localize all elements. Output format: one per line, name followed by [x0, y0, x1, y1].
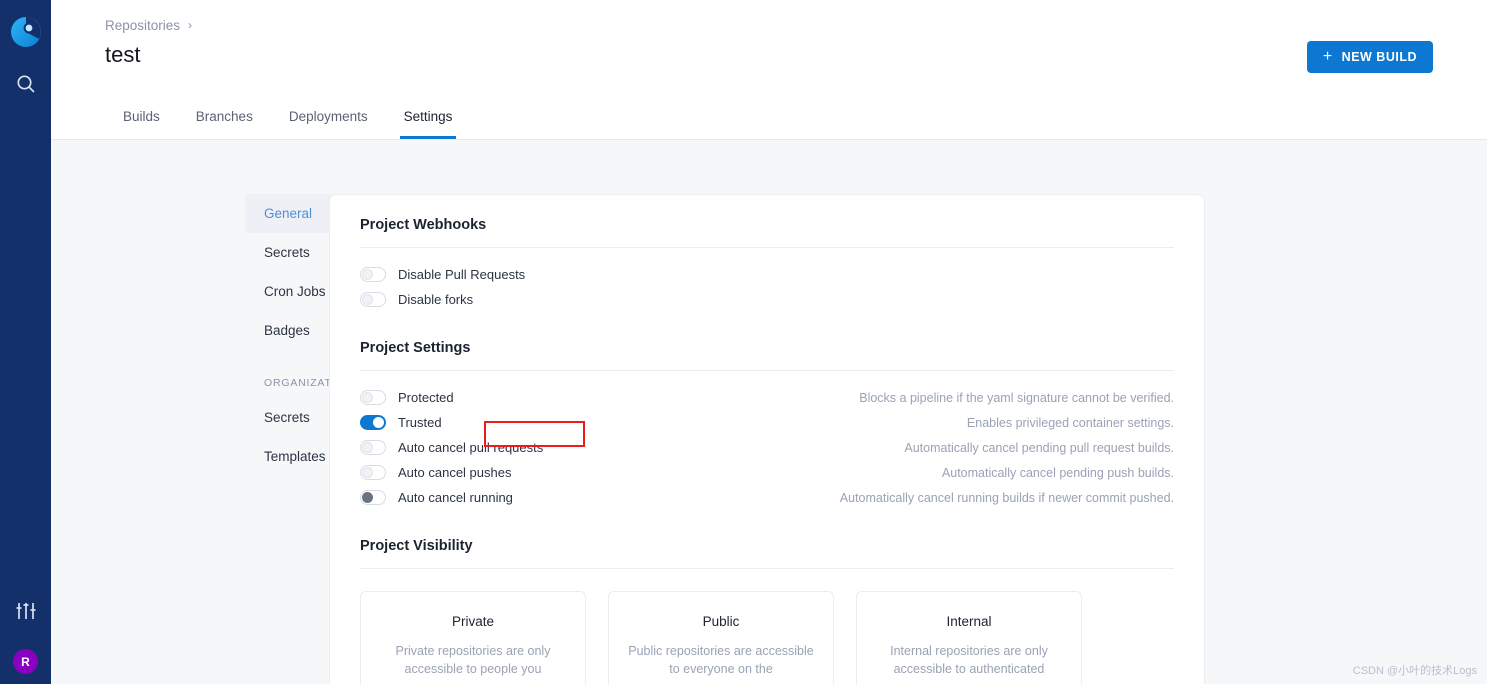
toggle-knob: [362, 269, 373, 280]
visibility-card-public[interactable]: Public Public repositories are accessibl…: [608, 591, 834, 684]
toggle-protected[interactable]: [360, 390, 386, 405]
tab-branches[interactable]: Branches: [178, 93, 271, 139]
toggle-knob: [362, 442, 373, 453]
toggle-disable-forks[interactable]: [360, 292, 386, 307]
visibility-card-private[interactable]: Private Private repositories are only ac…: [360, 591, 586, 684]
avatar[interactable]: R: [13, 649, 38, 674]
setting-label: Disable Pull Requests: [398, 267, 526, 282]
section-title-webhooks: Project Webhooks: [360, 217, 487, 233]
setting-row-disable-forks: Disable forks: [360, 287, 1174, 312]
section-title-project-settings: Project Settings: [360, 340, 471, 356]
page-header: Repositories › test + NEW BUILD: [51, 0, 1487, 93]
visibility-card-description: Private repositories are only accessible…: [395, 644, 551, 677]
toggle-trusted[interactable]: [360, 415, 386, 430]
visibility-card-title: Private: [451, 614, 495, 629]
settings-card: Project Webhooks Disable Pull Requests D…: [329, 194, 1205, 684]
tab-deployments[interactable]: Deployments: [271, 93, 386, 139]
setting-description: Automatically cancel pending push builds…: [941, 465, 1174, 480]
visibility-card-description: Public repositories are accessible to ev…: [628, 644, 814, 677]
watermark: CSDN @小叶的技术Logs: [1352, 665, 1477, 677]
settings-content: Project Webhooks Disable Pull Requests D…: [287, 194, 1487, 684]
chevron-right-icon: ›: [188, 18, 193, 32]
toggle-knob: [362, 492, 373, 503]
page-title: test: [105, 42, 141, 67]
setting-row-protected: Protected Blocks a pipeline if the yaml …: [360, 385, 1174, 410]
tab-bar: Builds Branches Deployments Settings: [51, 93, 1487, 140]
webhooks-rows: Disable Pull Requests Disable forks: [360, 248, 1174, 312]
breadcrumb-repositories[interactable]: Repositories: [105, 18, 180, 33]
search-icon[interactable]: [14, 72, 38, 96]
visibility-card-internal[interactable]: Internal Internal repositories are only …: [856, 591, 1082, 684]
tab-label: Branches: [195, 108, 253, 124]
avatar-initial: R: [21, 654, 30, 669]
toggle-auto-cancel-pull-requests[interactable]: [360, 440, 386, 455]
section-title-visibility: Project Visibility: [360, 538, 473, 554]
setting-row-auto-cancel-pushes: Auto cancel pushes Automatically cancel …: [360, 460, 1174, 485]
toggle-disable-pull-requests[interactable]: [360, 267, 386, 282]
toggle-knob: [362, 467, 373, 478]
nav-section-organization: ORGANIZATION: [264, 377, 353, 389]
project-settings-rows: Protected Blocks a pipeline if the yaml …: [360, 371, 1174, 510]
new-build-button[interactable]: + NEW BUILD: [1306, 41, 1433, 73]
toggle-knob: [362, 294, 373, 305]
tab-label: Settings: [403, 108, 453, 124]
visibility-card-description: Internal repositories are only accessibl…: [890, 644, 1048, 677]
setting-label: Auto cancel pull requests: [398, 440, 544, 455]
tab-builds[interactable]: Builds: [105, 93, 178, 139]
toggle-knob: [373, 417, 384, 428]
main-column: Repositories › test + NEW BUILD Builds B…: [51, 0, 1487, 684]
setting-description: Automatically cancel running builds if n…: [839, 490, 1174, 505]
toggle-auto-cancel-running[interactable]: [360, 490, 386, 505]
settings-nav: General Secrets Cron Jobs Badges ORGANIZ…: [51, 194, 480, 684]
visibility-card-title: Public: [702, 614, 740, 629]
setting-row-trusted: Trusted Enables privileged container set…: [360, 410, 1174, 435]
global-sidebar: R: [0, 0, 51, 684]
toggle-auto-cancel-pushes[interactable]: [360, 465, 386, 480]
setting-row-auto-cancel-running: Auto cancel running Automatically cancel…: [360, 485, 1174, 510]
toggle-knob: [362, 392, 373, 403]
setting-label: Auto cancel pushes: [398, 465, 512, 480]
visibility-card-list: Private Private repositories are only ac…: [360, 569, 1174, 684]
tab-label: Builds: [123, 108, 160, 124]
new-build-label: NEW BUILD: [1341, 50, 1417, 64]
setting-row-disable-pull-requests: Disable Pull Requests: [360, 262, 1174, 287]
page-body: General Secrets Cron Jobs Badges ORGANIZ…: [51, 140, 1487, 684]
setting-label: Auto cancel running: [398, 490, 513, 505]
drone-logo-icon[interactable]: [10, 16, 42, 48]
setting-label: Protected: [398, 390, 454, 405]
sliders-icon[interactable]: [14, 599, 38, 623]
setting-description: Automatically cancel pending pull reques…: [904, 440, 1174, 455]
setting-label: Trusted: [398, 415, 442, 430]
app-root: R Repositories › test + NEW BUILD Builds…: [0, 0, 1487, 684]
visibility-card-title: Internal: [946, 614, 992, 629]
setting-description: Blocks a pipeline if the yaml signature …: [859, 390, 1174, 405]
nav-gap: [245, 350, 287, 368]
tab-settings[interactable]: Settings: [386, 93, 471, 139]
plus-icon: +: [1322, 48, 1333, 65]
setting-description: Enables privileged container settings.: [966, 415, 1174, 430]
tab-label: Deployments: [288, 108, 368, 124]
breadcrumb: Repositories ›: [105, 16, 1433, 34]
setting-label: Disable forks: [398, 292, 474, 307]
setting-row-auto-cancel-pull-requests: Auto cancel pull requests Automatically …: [360, 435, 1174, 460]
